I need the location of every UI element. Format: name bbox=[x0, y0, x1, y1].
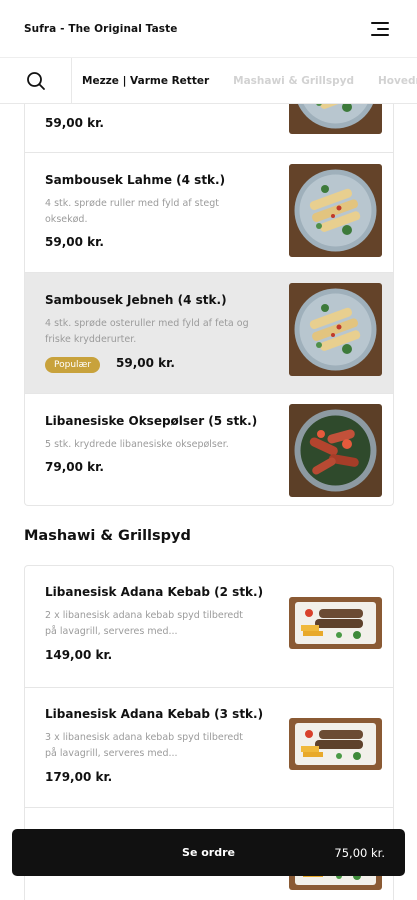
menu-item[interactable]: Libanesiske Oksepølser (5 stk.) 5 stk. k… bbox=[25, 393, 393, 505]
view-order-button[interactable]: Se ordre 75,00 kr. bbox=[12, 829, 405, 876]
section-title-mashawi: Mashawi & Grillspyd bbox=[24, 528, 191, 544]
order-label: Se ordre bbox=[182, 846, 235, 859]
item-image bbox=[289, 164, 382, 257]
item-description: 5 stk. krydrede libanesiske oksepølser. bbox=[45, 439, 229, 450]
item-price: 59,00 kr. bbox=[45, 116, 104, 130]
item-image bbox=[289, 597, 382, 649]
tab-mezze[interactable]: Mezze | Varme Retter bbox=[82, 75, 209, 87]
item-description: 4 stk. sprøde ruller med fyld af stegt o… bbox=[45, 198, 219, 225]
app-title: Sufra - The Original Taste bbox=[24, 22, 178, 35]
search-icon bbox=[26, 71, 45, 90]
menu-item[interactable]: Sambousek Jebneh (4 stk.) 4 stk. sprøde … bbox=[25, 272, 393, 393]
item-price: 149,00 kr. bbox=[45, 648, 113, 662]
item-name: Libanesiske Oksepølser (5 stk.) bbox=[45, 414, 258, 428]
item-image bbox=[289, 718, 382, 770]
order-total: 75,00 kr. bbox=[334, 845, 385, 860]
search-button[interactable] bbox=[0, 57, 72, 104]
item-description: 2 x libanesisk adana kebab spyd tilbered… bbox=[45, 610, 244, 637]
popular-badge: Populær bbox=[45, 357, 101, 373]
item-price: 179,00 kr. bbox=[45, 770, 113, 784]
item-name: Libanesisk Adana Kebab (3 stk.) bbox=[45, 707, 264, 721]
item-price: 79,00 kr. bbox=[45, 460, 104, 474]
item-name: Libanesisk Adana Kebab (2 stk.) bbox=[45, 585, 264, 599]
top-bar: Sufra - The Original Taste bbox=[0, 0, 417, 58]
mezze-card: 59,00 kr. Sambousek Lahme (4 stk.) 4 stk… bbox=[24, 59, 394, 506]
item-description: 3 x libanesisk adana kebab spyd tilbered… bbox=[45, 732, 244, 759]
item-description: 4 stk. sprøde osteruller med fyld af fet… bbox=[45, 318, 249, 345]
menu-item[interactable]: Libanesisk Adana Kebab (3 stk.) 3 x liba… bbox=[25, 687, 393, 807]
item-price: 59,00 kr. bbox=[45, 235, 104, 249]
tab-hovedretter[interactable]: Hovedr bbox=[378, 75, 417, 87]
menu-content: 59,00 kr. Sambousek Lahme (4 stk.) 4 stk… bbox=[0, 59, 417, 900]
menu-item[interactable]: Libanesisk Adana Kebab (2 stk.) 2 x liba… bbox=[25, 566, 393, 687]
menu-item[interactable]: 59,00 kr. bbox=[25, 59, 393, 152]
item-price: 59,00 kr. bbox=[116, 356, 175, 370]
category-tabs: Mezze | Varme Retter Mashawi & Grillspyd… bbox=[72, 75, 417, 87]
item-name: Sambousek Lahme (4 stk.) bbox=[45, 173, 226, 187]
category-tab-bar: Mezze | Varme Retter Mashawi & Grillspyd… bbox=[0, 57, 417, 104]
tab-mashawi[interactable]: Mashawi & Grillspyd bbox=[233, 75, 354, 87]
item-image bbox=[289, 283, 382, 376]
item-image bbox=[289, 404, 382, 497]
hamburger-icon[interactable] bbox=[371, 21, 389, 36]
menu-item[interactable]: Sambousek Lahme (4 stk.) 4 stk. sprøde r… bbox=[25, 152, 393, 272]
item-name: Sambousek Jebneh (4 stk.) bbox=[45, 293, 227, 307]
